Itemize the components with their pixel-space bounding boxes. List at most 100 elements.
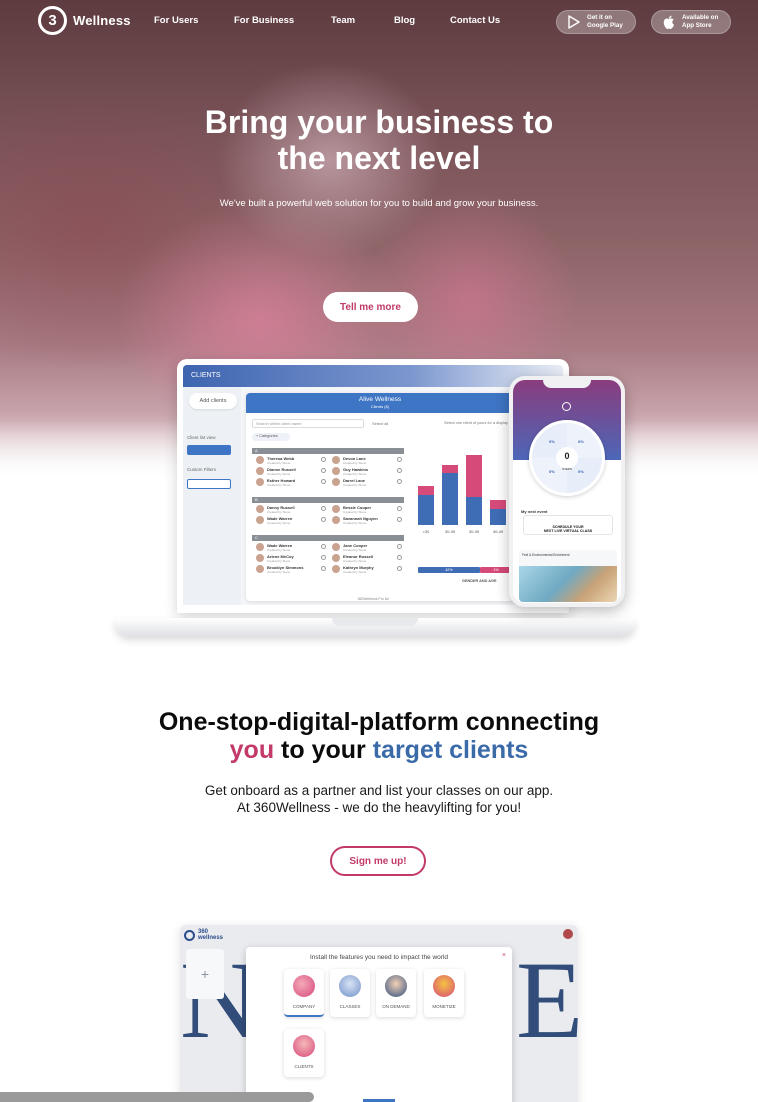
client-radio — [397, 506, 402, 511]
preview-logo-text: 360 wellness — [198, 929, 224, 941]
client-radio — [321, 506, 326, 511]
chart-bar-blue-4 — [490, 509, 506, 525]
nav-link-contact-us[interactable]: Contact Us — [450, 15, 500, 26]
client-row: Jane Cooper Created by Stone — [332, 542, 402, 553]
client-avatar — [256, 478, 264, 486]
logo-mark-icon: 3 — [38, 6, 67, 35]
group-header-b: B — [252, 497, 404, 503]
client-subtitle: Created by Stone — [343, 548, 367, 552]
client-radio — [321, 479, 326, 484]
phone-notch — [543, 380, 591, 388]
section-subtitle: Get onboard as a partner and list your c… — [0, 782, 758, 816]
google-play-button[interactable]: Get it on Google Play — [556, 10, 636, 34]
client-avatar — [256, 543, 264, 551]
chart-bar-pink-2 — [442, 465, 458, 473]
hero-title-line1: Bring your business to — [204, 104, 554, 140]
client-radio — [321, 555, 326, 560]
client-avatar — [256, 565, 264, 573]
client-subtitle: Created by Stone — [343, 461, 367, 465]
sidebar-active-pill — [187, 445, 231, 455]
clients-panel-header: Alive Wellness Clients (8) — [246, 393, 514, 413]
feature-company: COMPANY — [284, 969, 324, 1017]
feed-image — [519, 566, 617, 602]
preview-plus-icon: + — [186, 949, 224, 999]
client-radio — [321, 544, 326, 549]
nav-link-blog[interactable]: Blog — [394, 15, 415, 26]
client-row: Dianne Russell Created by Stone — [256, 466, 326, 477]
client-avatar — [256, 456, 264, 464]
client-avatar — [332, 516, 340, 524]
chart-bar-blue-3 — [466, 497, 482, 525]
steps-label: STEPS — [562, 467, 572, 471]
nav-link-for-business[interactable]: For Business — [234, 15, 294, 26]
modal-close-icon: × — [501, 952, 506, 959]
clients-header: CLIENTS — [183, 365, 563, 387]
client-avatar — [332, 565, 340, 573]
clients-icon — [293, 1035, 315, 1057]
client-subtitle: Created by Stone — [343, 570, 367, 574]
select-hint: Select one client of yours for a display — [444, 421, 508, 425]
client-avatar — [256, 505, 264, 513]
client-row: Theresa Webb Created by Stone — [256, 455, 326, 466]
client-avatar — [256, 467, 264, 475]
feature-on-demand: ON DEMAND — [376, 969, 416, 1017]
brand-logo[interactable]: 3 Wellness — [38, 6, 131, 35]
title-you: you — [229, 736, 275, 764]
app-store-line1: Available on — [682, 13, 719, 21]
preview-logo-icon — [184, 929, 195, 941]
group-header-a: A — [252, 448, 404, 454]
client-row: Wade Warren Created by Stone — [256, 515, 326, 526]
apple-icon — [663, 15, 674, 29]
client-avatar — [332, 554, 340, 562]
schedule-class-card: SCHEDULE YOUR NEXT LIVE VIRTUAL CLASS — [523, 515, 613, 535]
feed-title: Feel & Environmental Enrichment — [522, 553, 570, 557]
section-title: One-stop-digital-platform connecting you… — [0, 708, 758, 764]
top-nav: 3 Wellness For Users For Business Team B… — [0, 0, 758, 44]
client-avatar — [332, 478, 340, 486]
app-store-button[interactable]: Available on App Store — [651, 10, 731, 34]
title-target-clients: target clients — [372, 736, 529, 764]
client-subtitle: Created by Stone — [267, 521, 291, 525]
client-subtitle: Created by Stone — [267, 510, 291, 514]
client-row: Devon Lane Created by Stone — [332, 455, 402, 466]
next-event-label: My next event — [521, 509, 548, 514]
chart-bar-pink-3 — [466, 455, 482, 497]
feature-monetize: MONETIZE — [424, 969, 464, 1017]
nav-link-team[interactable]: Team — [331, 15, 355, 26]
client-subtitle: Created by Stone — [343, 483, 367, 487]
chart-legend: 42% 1% GENDER AND AGE — [392, 565, 512, 597]
tell-me-more-button[interactable]: Tell me more — [323, 292, 418, 322]
feature-label-on-demand: ON DEMAND — [382, 1004, 410, 1009]
client-row: Brooklyn Simmons Created by Stone — [256, 564, 326, 575]
nav-link-for-users[interactable]: For Users — [154, 15, 198, 26]
phone-feed-card: Feel & Environmental Enrichment — [519, 550, 617, 602]
categories-chip: + Categories — [252, 433, 290, 441]
preview-logo: 360 wellness — [184, 929, 223, 941]
client-subtitle: Created by Stone — [267, 559, 291, 563]
modal-title: Install the features you need to impact … — [309, 954, 449, 961]
steps-counter: 0 STEPS — [556, 447, 578, 471]
client-radio — [321, 517, 326, 522]
preview-big-letter-right: E — [516, 939, 578, 1061]
laptop-notch — [332, 618, 418, 626]
client-subtitle: Created by Stone — [267, 472, 291, 476]
client-avatar — [332, 543, 340, 551]
wedge-value-4: 0% — [578, 469, 584, 474]
chart-bar-blue-1 — [418, 495, 434, 525]
schedule-card-line2: NEXT LIVE VIRTUAL CLASS — [543, 529, 593, 534]
client-radio — [321, 468, 326, 473]
horizontal-scrollbar[interactable] — [0, 1092, 314, 1102]
client-avatar — [256, 516, 264, 524]
client-radio — [397, 544, 402, 549]
google-play-line2: Google Play — [587, 22, 623, 29]
chart-tick-3: 30-39 — [469, 529, 480, 534]
brand-name: Wellness — [73, 13, 131, 28]
monetize-icon — [433, 975, 455, 997]
company-icon — [293, 975, 315, 997]
panel-subtitle: Clients (8) — [370, 404, 390, 409]
phone-mockup: 0% 0% 0% 0% 0 STEPS My next event SCHEDU… — [509, 376, 625, 607]
play-store-icon — [568, 15, 580, 29]
feature-label-classes: CLASSES — [339, 1004, 361, 1009]
select-all-label: Select all — [372, 421, 389, 426]
sign-me-up-button[interactable]: Sign me up! — [330, 846, 426, 876]
